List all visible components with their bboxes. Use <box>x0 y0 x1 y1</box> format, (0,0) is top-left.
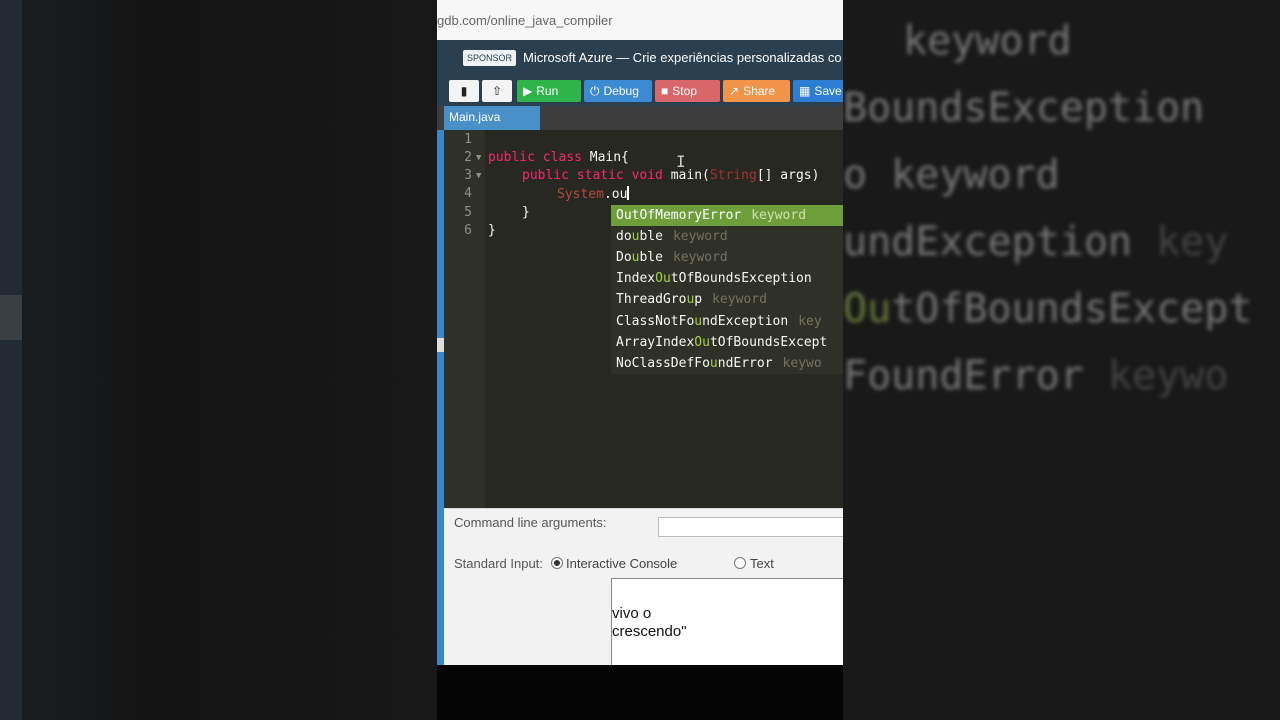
bg-line-6: FoundError keywo <box>843 353 1229 399</box>
autocomplete-popup[interactable]: OutOfMemoryError keyword double keyword Do… <box>611 205 843 374</box>
fold-arrow-icon[interactable]: ▼ <box>476 153 481 163</box>
url-text: gdb.com/online_java_compiler <box>437 13 613 28</box>
text-cursor <box>627 186 630 200</box>
debug-label: Debug <box>603 84 639 98</box>
bg-line-4: undException key <box>843 219 1229 265</box>
browser-window: gdb.com/online_java_compiler SPONSOR Mic… <box>437 0 843 665</box>
standard-input-row: Standard Input: Interactive Console Text… <box>444 544 843 665</box>
play-icon: ▶ <box>523 84 533 98</box>
new-file-button[interactable]: ▮ <box>449 80 479 102</box>
code-line-5: } <box>522 205 530 220</box>
interactive-console-radio[interactable] <box>551 557 563 569</box>
autocomplete-item[interactable]: NoClassDefFoundError keywo <box>611 353 843 374</box>
autocomplete-item[interactable]: OutOfMemoryError keyword <box>611 205 843 226</box>
line-number: 2 <box>464 150 472 165</box>
line-number: 3 <box>464 168 472 183</box>
run-button[interactable]: ▶ Run <box>517 80 581 102</box>
autocomplete-item[interactable]: IndexOutOfBoundsException <box>611 268 843 289</box>
text-radio[interactable] <box>734 557 746 569</box>
output-console[interactable]: vivo o crescendo" <box>611 578 843 665</box>
bg-line-1: keyword <box>903 18 1072 64</box>
bg-line-5: OutOfBoundsExcept <box>843 286 1253 332</box>
cmd-args-label: Command line arguments: <box>454 515 607 530</box>
share-icon: ↗ <box>729 84 740 98</box>
upload-button[interactable]: ⇧ <box>482 80 512 102</box>
command-line-args-row: Command line arguments: <box>444 508 843 544</box>
background-stripe <box>0 0 22 720</box>
autocomplete-item[interactable]: Double keyword <box>611 247 843 268</box>
upload-icon: ⇧ <box>491 84 503 98</box>
address-bar[interactable]: gdb.com/online_java_compiler <box>437 0 843 40</box>
interactive-console-label[interactable]: Interactive Console <box>566 556 677 571</box>
tab-label: Main.java <box>449 110 501 124</box>
video-bottom-bar <box>437 665 843 720</box>
tab-main-java[interactable]: Main.java <box>444 106 540 130</box>
line-gutter: 1 2 ▼ 3 ▼ 4 5 6 <box>444 130 485 508</box>
mouse-ibeam-cursor: I <box>676 152 686 171</box>
debug-button[interactable]: ⏻ Debug <box>584 80 652 102</box>
code-line-2: public class Main{ <box>488 150 629 165</box>
code-line-6: } <box>488 223 496 238</box>
blurred-background-left <box>0 0 437 720</box>
share-label: Share <box>743 84 776 98</box>
autocomplete-item[interactable]: ArrayIndexOutOfBoundsExcept <box>611 332 843 353</box>
bg-line-3: o keyword <box>843 152 1060 198</box>
line-number: 4 <box>464 186 472 201</box>
run-label: Run <box>536 84 559 98</box>
save-button[interactable]: ▦ Save <box>793 80 843 102</box>
sponsor-badge: SPONSOR <box>463 50 517 66</box>
file-icon: ▮ <box>460 84 468 98</box>
background-highlight <box>0 295 22 340</box>
toolbar: ▮ ⇧ ▶ Run ⏻ Debug ■ Stop ↗ Share ▦ Save <box>437 76 843 106</box>
stop-button[interactable]: ■ Stop <box>655 80 720 102</box>
console-output: vivo o crescendo" <box>612 605 687 640</box>
code-line-3: public static void main(String[] args) <box>522 168 820 183</box>
bg-line-2: BoundsException <box>843 85 1205 131</box>
stdin-label: Standard Input: <box>454 556 543 571</box>
text-radio-label[interactable]: Text <box>750 556 774 571</box>
blurred-background-right: keyword BoundsException o keyword undExc… <box>843 0 1280 720</box>
sponsor-text[interactable]: Microsoft Azure — Crie experiências pers… <box>523 50 842 65</box>
sponsor-banner[interactable]: SPONSOR Microsoft Azure — Crie experiênc… <box>437 40 843 76</box>
autocomplete-item[interactable]: ClassNotFoundException key <box>611 311 843 332</box>
code-line-4: System.ou <box>557 186 630 202</box>
cmd-args-input[interactable] <box>658 517 843 537</box>
debug-icon: ⏻ <box>590 84 600 98</box>
save-icon: ▦ <box>799 84 811 98</box>
line-number: 5 <box>464 205 472 220</box>
fold-arrow-icon[interactable]: ▼ <box>476 171 481 181</box>
line-number: 1 <box>464 132 472 147</box>
stop-icon: ■ <box>661 84 669 98</box>
left-edge-strip <box>437 130 444 665</box>
autocomplete-item[interactable]: double keyword <box>611 226 843 247</box>
edge-marker <box>437 338 444 352</box>
file-tabs: Main.java <box>437 106 843 130</box>
share-button[interactable]: ↗ Share <box>723 80 790 102</box>
line-number: 6 <box>464 223 472 238</box>
save-label: Save <box>814 84 842 98</box>
stop-label: Stop <box>672 84 697 98</box>
autocomplete-item[interactable]: ThreadGroup keyword <box>611 289 843 310</box>
